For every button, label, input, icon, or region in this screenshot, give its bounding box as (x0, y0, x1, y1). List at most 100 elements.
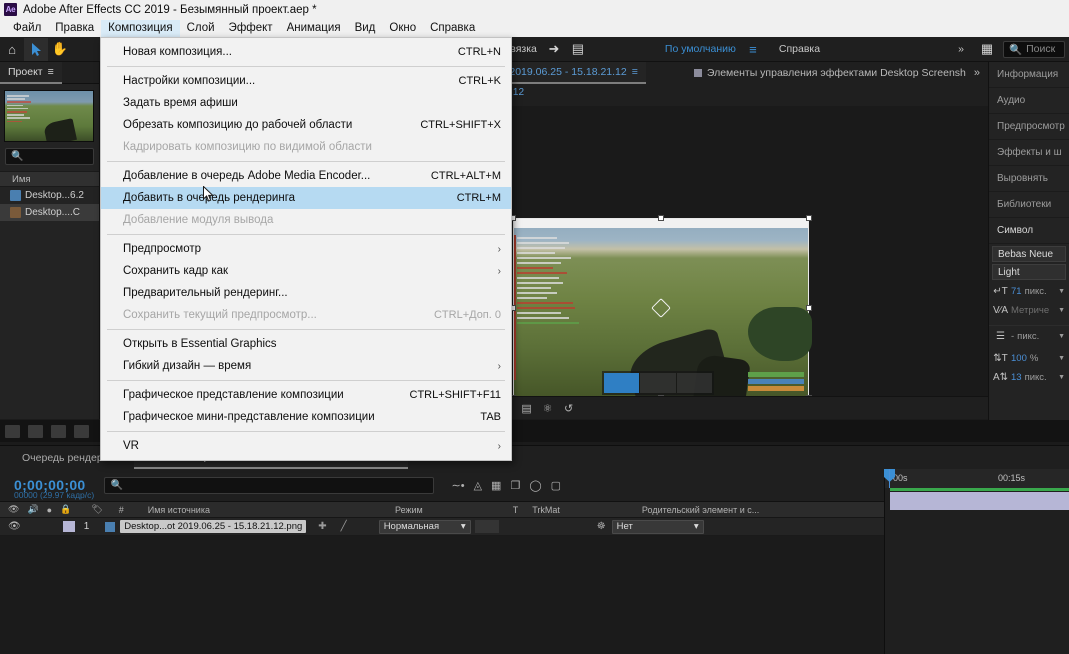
workspace-menu-icon[interactable]: ≡ (741, 38, 765, 61)
reset-exposure-icon[interactable]: ↺ (559, 399, 578, 418)
graph-editor-icon[interactable]: ∼• (452, 479, 465, 492)
selection-handle-tr[interactable] (806, 215, 812, 221)
menu-composition[interactable]: Композиция (101, 19, 180, 37)
selection-tool-icon[interactable] (24, 37, 48, 61)
menu-animation[interactable]: Анимация (280, 20, 348, 37)
baseline-shift-value[interactable]: 13 (1011, 372, 1022, 383)
layer-trkmat-cell[interactable] (474, 520, 499, 533)
kerning-value[interactable]: Метриче (1011, 305, 1049, 316)
home-icon[interactable]: ⌂ (0, 38, 24, 61)
timeline-track-area[interactable] (884, 488, 1069, 654)
tracking-value[interactable]: - (1011, 331, 1014, 342)
menu-item-label: Открыть в Essential Graphics (123, 338, 277, 350)
menu-file[interactable]: Файл (6, 20, 48, 37)
menu-item-preview[interactable]: Предпросмотр › (101, 238, 511, 260)
font-size-value[interactable]: 71 (1011, 286, 1022, 297)
menu-item-accel: TAB (480, 411, 501, 423)
panel-menu-icon[interactable]: ≡ (48, 66, 54, 78)
selection-handle-mr[interactable] (806, 305, 812, 311)
vertical-scale-value[interactable]: 100 (1011, 353, 1027, 364)
menu-window[interactable]: Окно (382, 20, 423, 37)
comp-overflow-icon[interactable]: » (974, 67, 988, 79)
font-size-property[interactable]: ↵T 71 пикс. ▼ (989, 282, 1069, 301)
sidebar-panel-audio[interactable]: Аудио (989, 88, 1069, 114)
screen-capture-icon[interactable]: ▦ (975, 38, 999, 61)
graph-editor-toggle-icon[interactable]: ▢ (551, 479, 561, 492)
chevron-down-icon[interactable]: ▼ (1058, 355, 1069, 362)
font-style-input[interactable]: Light (992, 264, 1066, 280)
menu-item-new-composition[interactable]: Новая композиция... CTRL+N (101, 41, 511, 63)
rotate-tool-icon[interactable]: ➜ (542, 38, 566, 61)
layer-transform-icon[interactable]: ✚ (318, 521, 326, 532)
tab-project[interactable]: Проект ≡ (0, 61, 62, 84)
menu-item-open-in-essential-graphics[interactable]: Открыть в Essential Graphics (101, 333, 511, 355)
search-input[interactable]: 🔍 Поиск (1003, 40, 1065, 58)
baseline-shift-property[interactable]: A⇅ 13 пикс. ▼ (989, 368, 1069, 387)
menu-item-trim-comp-to-work-area[interactable]: Обрезать композицию до рабочей области C… (101, 114, 511, 136)
chevron-down-icon[interactable]: ▼ (1058, 288, 1069, 295)
tracking-property[interactable]: ☰ - пикс. ▼ (989, 325, 1069, 344)
project-search-input[interactable]: 🔍 (5, 148, 94, 165)
sidebar-panel-libraries[interactable]: Библиотеки (989, 192, 1069, 218)
3d-renderer-icon[interactable]: ◬ (474, 479, 482, 492)
taskbar-icon[interactable] (5, 424, 20, 438)
vertical-scale-property[interactable]: ⇅T 100 % ▼ (989, 349, 1069, 368)
menu-layer[interactable]: Слой (180, 20, 222, 37)
motion-blur-icon[interactable]: ▦ (491, 479, 501, 492)
menu-view[interactable]: Вид (348, 20, 383, 37)
taskbar-app-icon[interactable] (74, 424, 89, 438)
timeline-graph-icon[interactable]: ▤ (517, 399, 536, 418)
frame-blend-icon[interactable]: ❐ (510, 479, 520, 492)
menu-item-add-to-ame-queue[interactable]: Добавление в очередь Adobe Media Encoder… (101, 165, 511, 187)
layer-duration-bar[interactable] (890, 492, 1069, 510)
menu-item-save-frame-as[interactable]: Сохранить кадр как › (101, 260, 511, 282)
layer-parent-pickwhip-icon[interactable]: ☸ (597, 521, 606, 532)
taskbar-folder-icon[interactable] (28, 424, 43, 438)
menu-item-add-to-render-queue[interactable]: Добавить в очередь рендеринга CTRL+M (101, 187, 511, 209)
renderer-options-icon[interactable]: ⚛ (538, 399, 557, 418)
project-item-0[interactable]: Desktop...6.2 (0, 187, 99, 204)
layer-vector-icon[interactable]: ╱ (341, 521, 347, 532)
menu-item-composition-flowchart[interactable]: Графическое представление композиции CTR… (101, 384, 511, 406)
tab-composition[interactable]: ot 2019.06.25 - 15.18.21.12 ≡ (489, 62, 646, 84)
menu-item-composition-mini-flowchart[interactable]: Графическое мини-представление композици… (101, 406, 511, 428)
timeline-search-input[interactable]: 🔍 (103, 476, 434, 494)
chevron-down-icon[interactable]: ▼ (1058, 307, 1069, 314)
menu-item-composition-settings[interactable]: Настройки композиции... CTRL+K (101, 70, 511, 92)
layer-mode-dropdown[interactable]: Нормальная ▾ (378, 519, 471, 534)
menu-item-set-poster-time[interactable]: Задать время афиши (101, 92, 511, 114)
app-logo-icon: Ae (4, 3, 17, 16)
panel-menu-icon[interactable]: ≡ (632, 66, 638, 78)
menu-help[interactable]: Справка (423, 20, 482, 37)
menu-effect[interactable]: Эффект (222, 20, 280, 37)
chevron-down-icon[interactable]: ▼ (1058, 333, 1069, 340)
workspace-default[interactable]: По умолчанию (660, 43, 741, 55)
hand-tool-icon[interactable]: ✋ (48, 38, 72, 61)
audio-icon: 🔊 (27, 504, 39, 514)
sidebar-panel-info[interactable]: Информация (989, 62, 1069, 88)
menu-item-vr[interactable]: VR › (101, 435, 511, 457)
layer-source-name[interactable]: Desktop...ot 2019.06.25 - 15.18.21.12.pn… (120, 520, 307, 533)
layer-parent-dropdown[interactable]: Нет ▾ (611, 519, 704, 534)
menu-item-responsive-design-time[interactable]: Гибкий дизайн — время › (101, 355, 511, 377)
project-item-1[interactable]: Desktop....C (0, 204, 99, 221)
kerning-property[interactable]: V∕A Метриче ▼ (989, 301, 1069, 320)
sidebar-panel-preview[interactable]: Предпросмотр (989, 114, 1069, 140)
layer-visibility-icon[interactable]: 👁 (0, 521, 21, 532)
menu-item-pre-render[interactable]: Предварительный рендеринг... (101, 282, 511, 304)
selection-handle-tc[interactable] (658, 215, 664, 221)
sidebar-panel-character[interactable]: Символ (989, 218, 1069, 244)
menu-edit[interactable]: Правка (48, 20, 101, 37)
region-select-icon[interactable]: ▤ (566, 38, 590, 61)
workspace-overflow-icon[interactable]: » (953, 43, 969, 55)
timeline-ruler[interactable]: 00s 00:15s (884, 469, 1069, 488)
tab-effect-controls[interactable]: Элементы управления эффектами Desktop Sc… (686, 62, 974, 84)
column-parent: Родительский элемент и с... (641, 504, 760, 515)
sidebar-panel-effects-presets[interactable]: Эффекты и ш (989, 140, 1069, 166)
taskbar-media-icon[interactable] (51, 424, 66, 438)
font-family-input[interactable]: Bebas Neue (992, 246, 1066, 262)
draft-3d-icon[interactable]: ◯ (529, 479, 541, 492)
sidebar-panel-align[interactable]: Выровнять (989, 166, 1069, 192)
workspace-help[interactable]: Справка (765, 43, 825, 55)
chevron-down-icon[interactable]: ▼ (1058, 374, 1069, 381)
